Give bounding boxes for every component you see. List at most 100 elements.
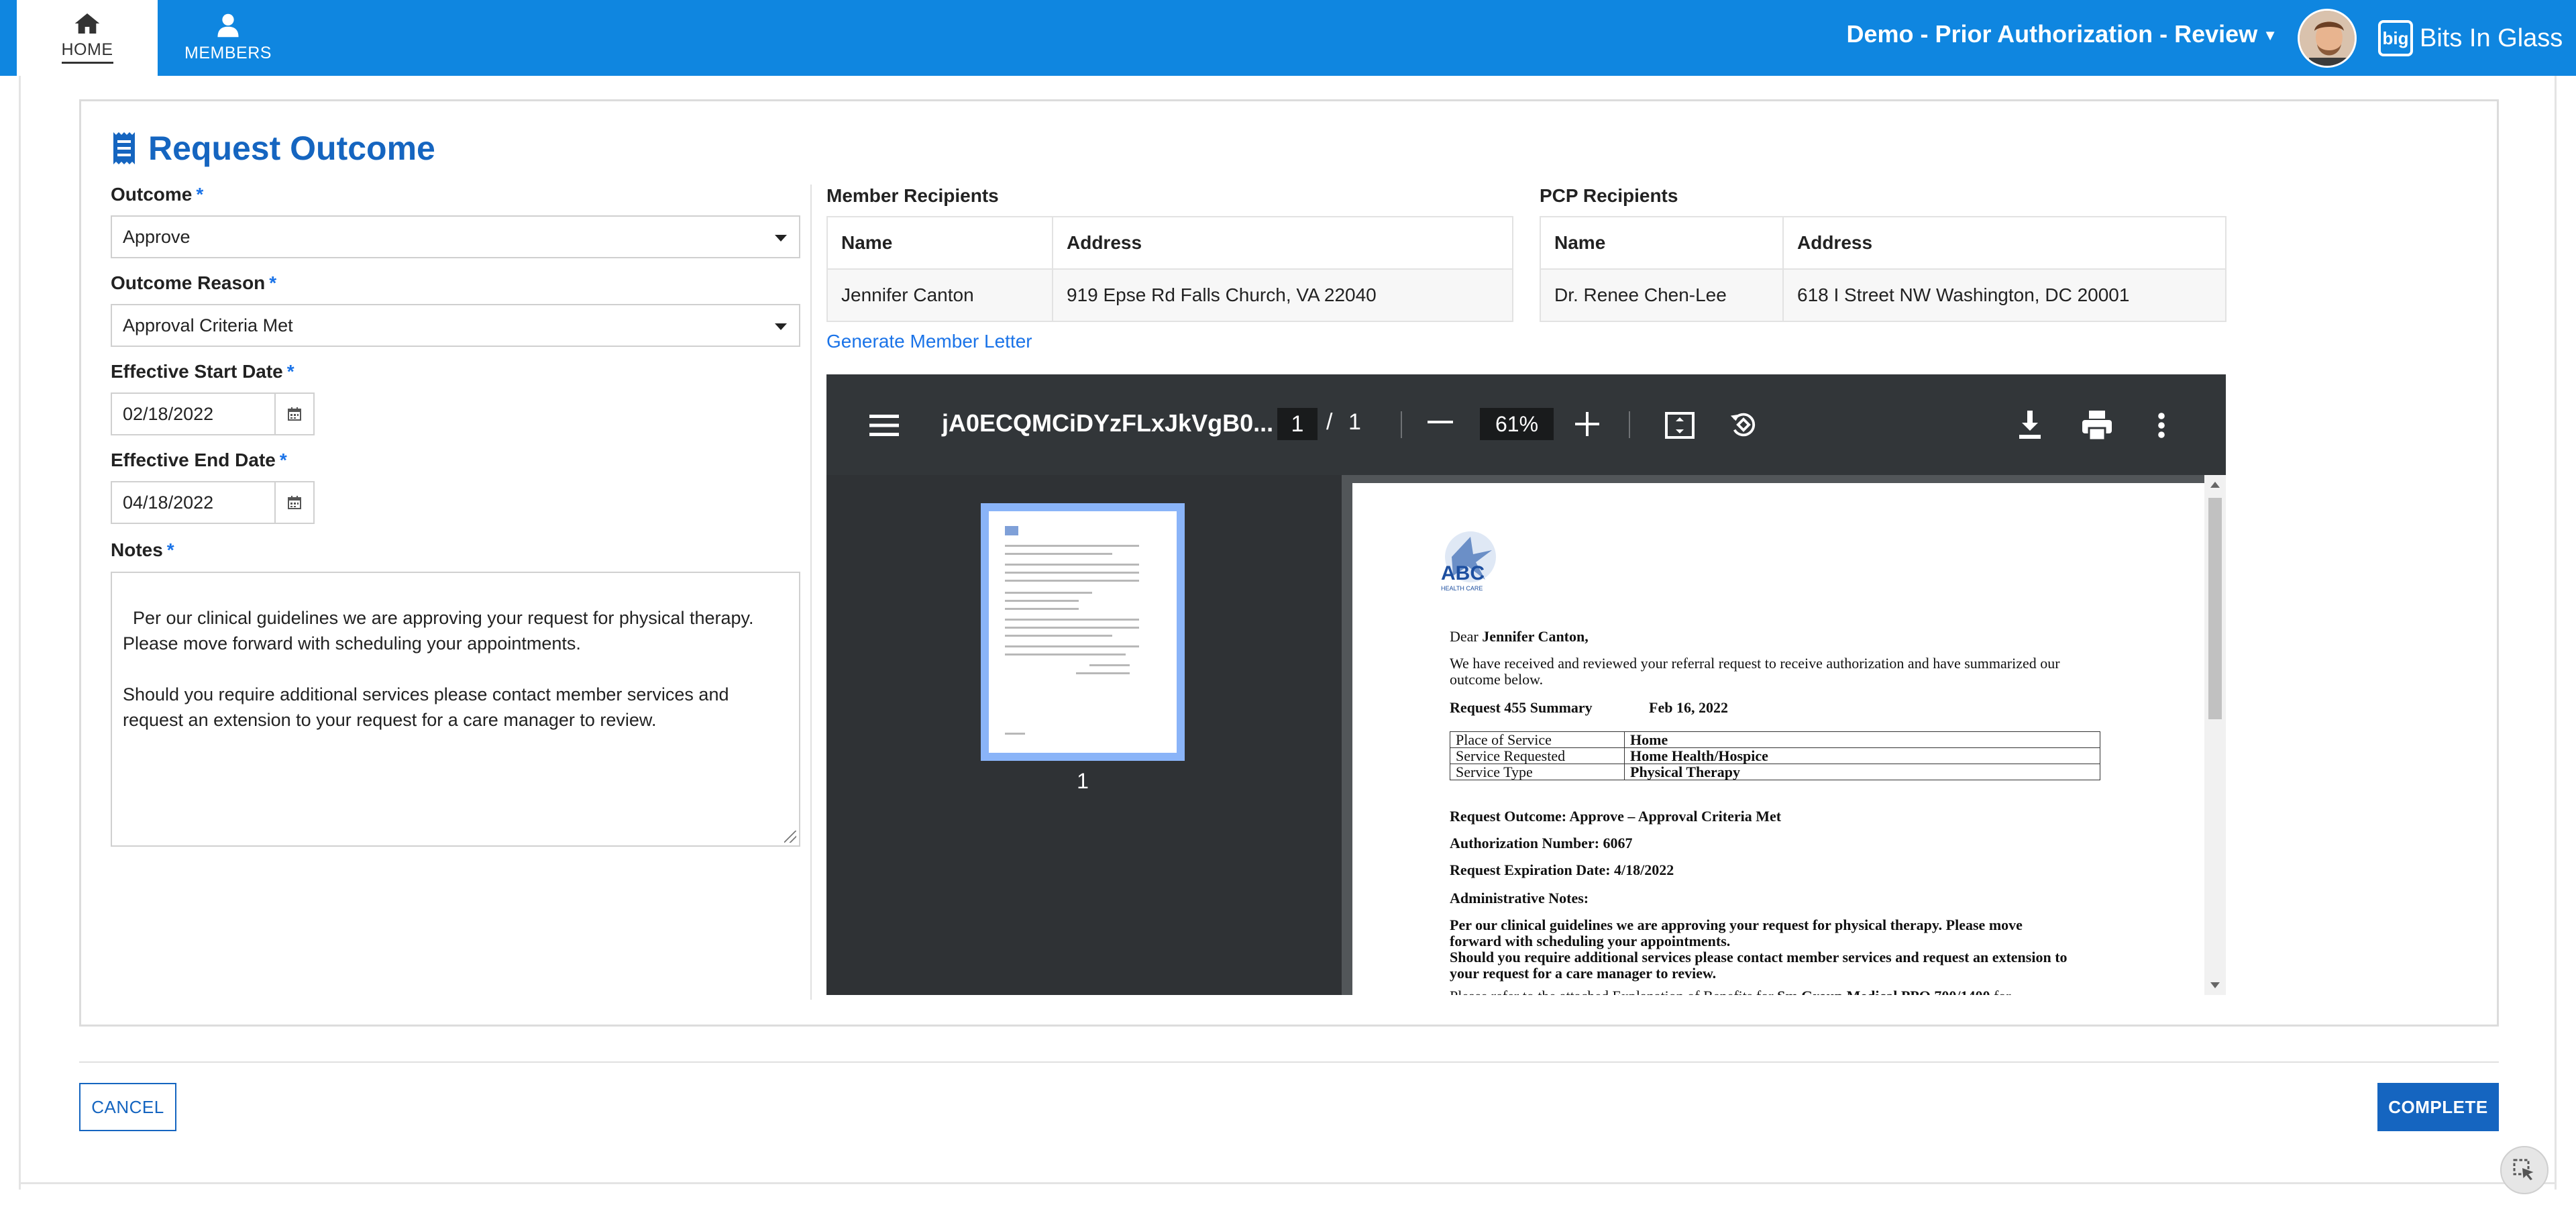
scroll-down-arrow-icon[interactable] [2210,982,2220,988]
download-icon[interactable] [2017,411,2043,440]
summary-title: Request 455 Summary [1450,699,1593,716]
pdf-scrollbar[interactable] [2204,475,2226,995]
table-row: Dr. Renee Chen-Lee 618 I Street NW Washi… [1540,268,2226,322]
avatar[interactable] [2298,9,2357,68]
thumbnail-page [989,511,1177,753]
feedback-button[interactable] [2500,1146,2548,1194]
zoom-in-icon[interactable] [1575,412,1599,436]
app-context-dropdown[interactable]: Demo - Prior Authorization - Review ▼ [1846,20,2277,48]
required-mark: * [269,272,277,293]
letter-greeting: Dear Jennifer Canton, [1450,628,1589,645]
table-cell: Service Type [1450,764,1625,780]
abc-health-care-logo: ABC HEALTH CARE [1438,530,1503,604]
eob-suffix: for [1990,988,2011,995]
fit-page-icon[interactable] [1665,411,1695,440]
brand-logo-mark: big [2378,20,2413,56]
admin-notes-line: forward with scheduling your appointment… [1450,933,1731,949]
zoom-out-icon[interactable] [1428,420,1453,424]
page-frame-right [2555,76,2557,1190]
required-mark: * [279,450,287,470]
end-date-label-text: Effective End Date [111,450,276,470]
table-row: Jennifer Canton 919 Epse Rd Falls Church… [826,268,1513,322]
column-header: Address [1052,216,1513,270]
required-mark: * [196,184,204,205]
table-cell: Dr. Renee Chen-Lee [1540,268,1784,322]
notes-text: Per our clinical guidelines we are appro… [123,608,754,730]
generate-member-letter-link[interactable]: Generate Member Letter [826,331,1032,352]
dropdown-arrow-icon [775,235,787,242]
outcome-reason-select[interactable]: Approval Criteria Met [111,304,800,347]
person-icon [217,13,239,38]
table-cell: Home Health/Hospice [1624,747,2100,764]
brand-name: Bits In Glass [2420,23,2563,52]
zoom-level-input[interactable]: 61% [1480,408,1554,440]
table-cell: Physical Therapy [1624,764,2100,780]
required-mark: * [286,361,294,382]
start-date-label-text: Effective Start Date [111,361,283,382]
outcome-select[interactable]: Approve [111,215,800,258]
table-cell: 618 I Street NW Washington, DC 20001 [1782,268,2226,322]
page-total: 1 [1348,409,1361,435]
letter-intro-line: outcome below. [1450,671,1544,688]
cancel-button[interactable]: CANCEL [79,1083,176,1131]
table-cell: Service Requested [1450,747,1625,764]
greeting-name: Jennifer Canton, [1482,628,1589,645]
pcp-recipients-title: PCP Recipients [1540,185,1678,206]
resize-handle-icon[interactable] [784,831,796,843]
authorization-number-line: Authorization Number: 6067 [1450,835,1633,851]
column-header: Name [826,216,1053,270]
expiration-date-line: Request Expiration Date: 4/18/2022 [1450,861,1674,878]
top-navigation-bar: HOME MEMBERS Demo - Prior Authorization … [0,0,2576,76]
toolbar-divider [1401,411,1402,438]
table-row: Service Type Physical Therapy [1450,764,2100,780]
print-icon[interactable] [2081,411,2113,440]
scrollbar-thumb[interactable] [2208,498,2222,719]
thumbnail-page-number: 1 [1077,769,1089,793]
outcome-reason-select-value: Approval Criteria Met [123,315,293,335]
end-date-field[interactable]: 04/18/2022 [111,481,315,524]
table-cell: Place of Service [1450,731,1625,748]
notes-textarea[interactable]: Per our clinical guidelines we are appro… [111,572,800,847]
table-row: Place of Service Home [1450,731,2100,748]
page-thumbnail[interactable] [981,503,1185,761]
rotate-icon[interactable] [1728,409,1759,440]
menu-icon[interactable] [869,413,899,437]
nav-members[interactable]: MEMBERS [161,0,295,76]
outcome-select-value: Approve [123,226,191,247]
scroll-up-arrow-icon[interactable] [2210,482,2220,488]
eob-plan: Sm Group Medical PPO 700/1400 [1777,988,1990,995]
pcp-recipients-table: Name Address Dr. Renee Chen-Lee 618 I St… [1540,216,2226,322]
nav-home[interactable]: HOME [17,0,158,76]
outcome-label-text: Outcome [111,184,193,205]
summary-date: Feb 16, 2022 [1649,699,1728,716]
column-header: Name [1540,216,1784,270]
eob-prefix: Please refer to the attached Explanation… [1450,988,1777,995]
page-frame-left [19,76,21,1190]
more-options-icon[interactable] [2157,412,2165,439]
table-cell: 919 Epse Rd Falls Church, VA 22040 [1052,268,1513,322]
page-frame-bottom [19,1182,2557,1184]
start-date-label: Effective Start Date * [111,361,294,382]
admin-notes-line: Per our clinical guidelines we are appro… [1450,916,2023,933]
dropdown-arrow-icon [775,323,787,330]
avatar-image [2300,11,2355,66]
admin-notes-title: Administrative Notes: [1450,890,1589,906]
start-date-field[interactable]: 02/18/2022 [111,392,315,435]
letter-intro-line: We have received and reviewed your refer… [1450,655,2060,672]
section-title-text: Request Outcome [148,129,435,167]
end-date-label: Effective End Date * [111,450,287,471]
actions-divider [79,1061,2499,1063]
section-title: Request Outcome [111,129,435,168]
page-number-input[interactable]: 1 [1277,408,1318,440]
nav-home-label: HOME [61,40,113,64]
calendar-icon[interactable] [274,482,313,523]
column-divider [810,185,812,1000]
pdf-thumbnail-sidebar: 1 [826,475,1342,995]
start-date-input[interactable]: 02/18/2022 [112,404,274,425]
member-recipients-table: Name Address Jennifer Canton 919 Epse Rd… [826,216,1513,322]
calendar-icon[interactable] [274,394,313,434]
column-header: Address [1782,216,2226,270]
pdf-page: ABC HEALTH CARE Dear Jennifer Canton, We… [1352,483,2204,995]
end-date-input[interactable]: 04/18/2022 [112,492,274,513]
complete-button[interactable]: COMPLETE [2377,1083,2499,1131]
